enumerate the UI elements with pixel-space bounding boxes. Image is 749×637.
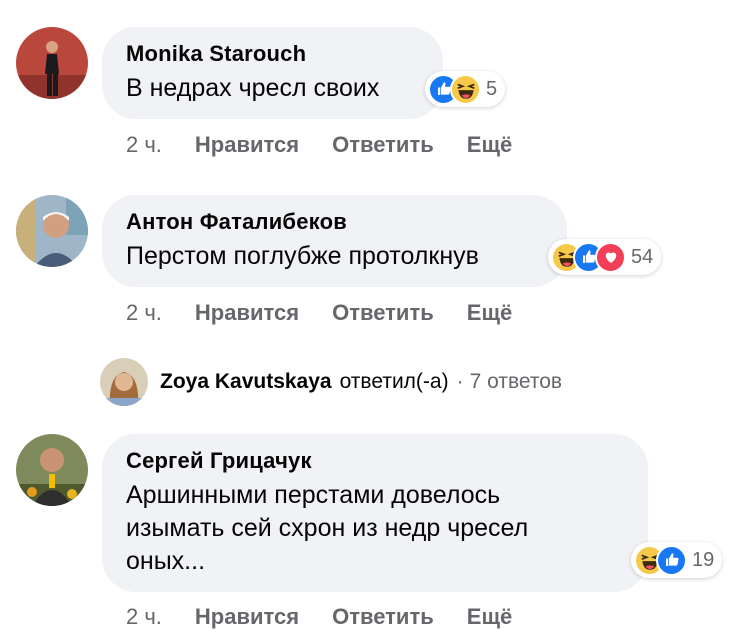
more-button[interactable]: Ещё	[467, 132, 512, 158]
comment-bubble: Антон Фаталибеков Перстом поглубже прото…	[102, 195, 567, 287]
comment-text-line: оных...	[126, 547, 206, 575]
comment-author[interactable]: Monika Starouch	[126, 41, 419, 67]
comment-author[interactable]: Сергей Грицачук	[126, 448, 624, 474]
view-replies-link[interactable]: Zoya Kavutskaya ответил(-а) · 7 ответов	[100, 358, 562, 406]
comment-actions: 2 ч. Нравится Ответить Ещё	[126, 300, 512, 326]
comment-text: В недрах чресл своих	[126, 74, 380, 102]
comment-text: Аршинными перстами довелось изымать сей …	[126, 479, 624, 578]
reply-button[interactable]: Ответить	[332, 132, 434, 158]
love-icon	[595, 241, 626, 273]
reply-author[interactable]: Zoya Kavutskaya	[160, 370, 332, 394]
comment-bubble: Сергей Грицачук Аршинными перстами довел…	[102, 434, 648, 592]
reply-button[interactable]: Ответить	[332, 604, 434, 630]
reply-button[interactable]: Ответить	[332, 300, 434, 326]
comment-text-line: изымать сей схрон из недр чресел	[126, 514, 529, 542]
avatar[interactable]	[16, 434, 88, 506]
reaction-summary[interactable]: 5	[425, 71, 506, 107]
like-button[interactable]: Нравится	[195, 300, 299, 326]
comment-bubble: Monika Starouch В недрах чресл своих	[102, 27, 443, 119]
avatar[interactable]	[16, 27, 88, 99]
like-button[interactable]: Нравится	[195, 604, 299, 630]
comment-actions: 2 ч. Нравится Ответить Ещё	[126, 132, 512, 158]
reply-count[interactable]: 7 ответов	[470, 370, 562, 394]
reply-verb: ответил(-а)	[339, 370, 449, 393]
comment-text: Перстом поглубже протолкнув	[126, 242, 479, 270]
reaction-count: 54	[631, 245, 654, 268]
avatar	[100, 358, 148, 406]
reaction-summary[interactable]: 54	[548, 239, 662, 275]
more-button[interactable]: Ещё	[467, 300, 512, 326]
avatar[interactable]	[16, 195, 88, 267]
reaction-summary[interactable]: 19	[631, 542, 723, 578]
timestamp[interactable]: 2 ч.	[126, 300, 162, 326]
reply-separator: ·	[456, 370, 464, 393]
timestamp[interactable]: 2 ч.	[126, 132, 162, 158]
haha-icon	[450, 73, 481, 105]
comment-author[interactable]: Антон Фаталибеков	[126, 209, 543, 235]
reaction-count: 5	[486, 77, 498, 100]
like-button[interactable]: Нравится	[195, 132, 299, 158]
like-icon	[656, 544, 687, 576]
more-button[interactable]: Ещё	[467, 604, 512, 630]
timestamp[interactable]: 2 ч.	[126, 604, 162, 630]
reaction-count: 19	[692, 548, 715, 571]
comment-text-line: Аршинными перстами довелось	[126, 481, 501, 509]
comment-actions: 2 ч. Нравится Ответить Ещё	[126, 604, 512, 630]
